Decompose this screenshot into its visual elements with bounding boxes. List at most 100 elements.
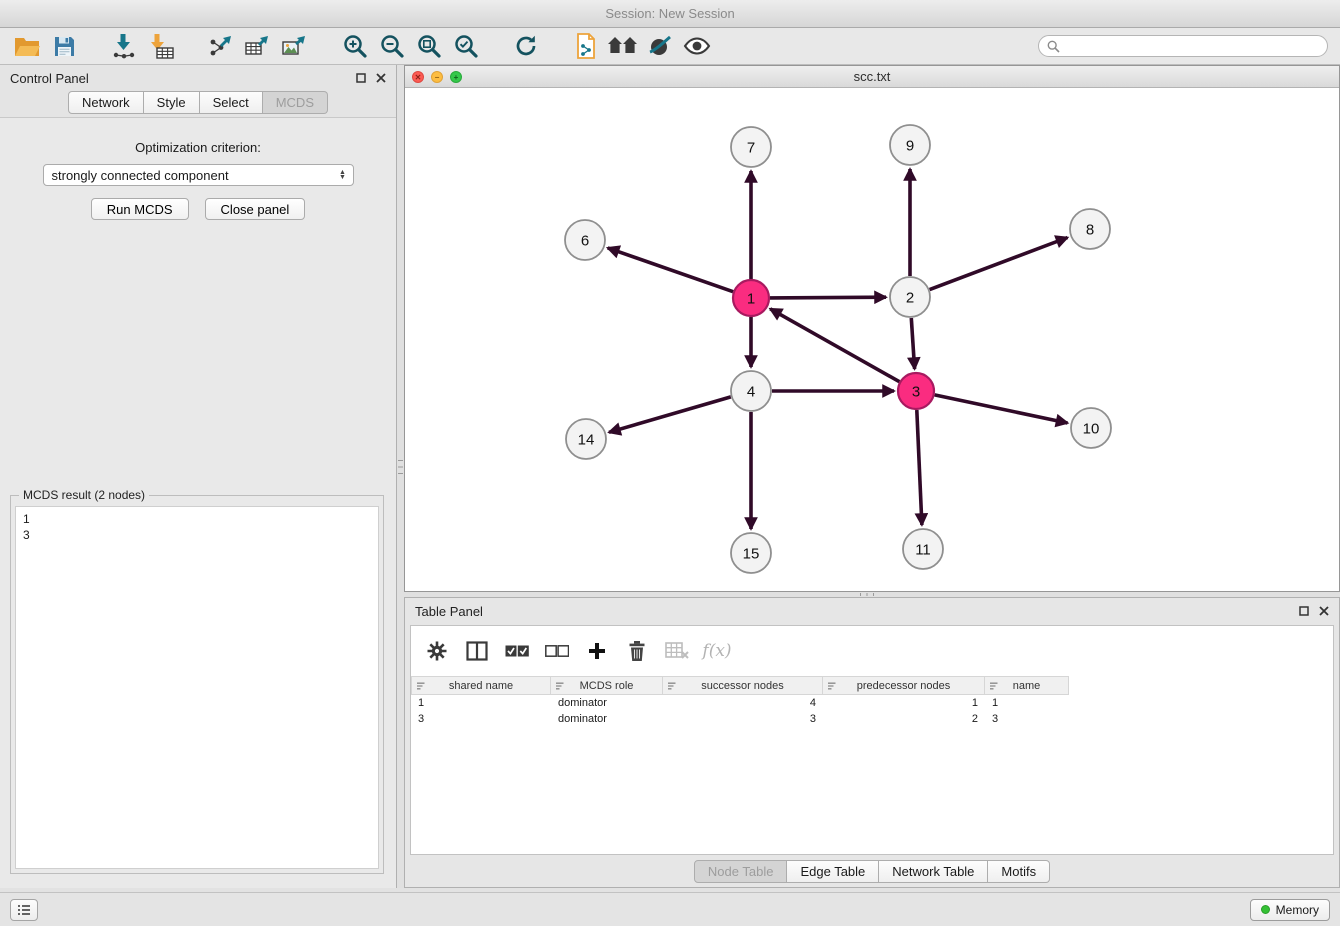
table-row[interactable]: 3dominator323 [411, 711, 1333, 727]
edge-1-6[interactable] [608, 248, 733, 292]
minimize-window-button[interactable]: − [431, 71, 443, 83]
column-header-mcds-role[interactable]: MCDS role [551, 676, 663, 695]
trash-icon [627, 640, 647, 662]
tab-network[interactable]: Network [68, 91, 144, 114]
tab-network-table[interactable]: Network Table [879, 860, 988, 883]
add-row-button[interactable] [584, 638, 610, 664]
criterion-dropdown[interactable]: strongly connected component ▲▼ [43, 164, 354, 186]
node-1[interactable]: 1 [733, 280, 769, 316]
list-icon [17, 904, 31, 916]
node-14[interactable]: 14 [566, 419, 606, 459]
node-2[interactable]: 2 [890, 277, 930, 317]
tab-style[interactable]: Style [144, 91, 200, 114]
status-bar: Memory [0, 892, 1340, 926]
close-window-button[interactable]: ✕ [412, 71, 424, 83]
node-3[interactable]: 3 [898, 373, 934, 409]
network-graph-svg[interactable]: 7 9 6 8 1 2 4 3 14 10 15 11 [405, 89, 1339, 592]
splitter-grip-icon[interactable] [860, 593, 874, 596]
edge-4-14[interactable] [609, 397, 731, 432]
zoom-selected-button[interactable] [451, 31, 481, 61]
maximize-window-button[interactable]: + [450, 71, 462, 83]
paint-style-button[interactable] [645, 31, 675, 61]
refresh-button[interactable] [511, 31, 541, 61]
node-8[interactable]: 8 [1070, 209, 1110, 249]
node-4[interactable]: 4 [731, 371, 771, 411]
edge-2-3[interactable] [911, 318, 914, 369]
svg-text:1: 1 [747, 290, 755, 307]
close-panel-button[interactable] [1318, 606, 1329, 617]
zoom-out-button[interactable] [377, 31, 407, 61]
column-header-shared-name[interactable]: shared name [411, 676, 551, 695]
edge-1-2[interactable] [770, 297, 886, 298]
home-icon [608, 35, 638, 57]
node-6[interactable]: 6 [565, 220, 605, 260]
run-mcds-button[interactable]: Run MCDS [91, 198, 189, 220]
vertical-splitter[interactable] [397, 65, 404, 888]
delete-column-button[interactable] [664, 638, 690, 664]
task-history-button[interactable] [10, 899, 38, 921]
tab-mcds[interactable]: MCDS [263, 91, 328, 114]
table-row[interactable]: 1dominator411 [411, 695, 1333, 711]
table-cell: dominator [551, 711, 663, 727]
table-cell: 1 [411, 695, 551, 711]
node-10[interactable]: 10 [1071, 408, 1111, 448]
memory-button[interactable]: Memory [1250, 899, 1330, 921]
unselect-all-button[interactable] [544, 638, 570, 664]
splitter-grip-icon[interactable] [398, 460, 403, 474]
search-box[interactable] [1038, 35, 1328, 57]
export-image-button[interactable] [280, 31, 310, 61]
import-network-button[interactable] [109, 31, 139, 61]
float-panel-button[interactable] [355, 73, 366, 84]
new-network-from-selection-button[interactable] [571, 31, 601, 61]
table-cell: 1 [823, 695, 985, 711]
close-panel-button[interactable] [375, 73, 386, 84]
float-panel-button[interactable] [1298, 606, 1309, 617]
tab-select[interactable]: Select [200, 91, 263, 114]
search-input[interactable] [1065, 39, 1319, 53]
column-header-successor-nodes[interactable]: successor nodes [663, 676, 823, 695]
function-builder-button[interactable]: f(x) [704, 638, 730, 664]
export-network-button[interactable] [206, 31, 236, 61]
export-table-button[interactable] [243, 31, 273, 61]
edge-3-1[interactable] [770, 309, 899, 382]
node-7[interactable]: 7 [731, 127, 771, 167]
table-settings-button[interactable] [424, 638, 450, 664]
tab-motifs[interactable]: Motifs [988, 860, 1050, 883]
open-session-button[interactable] [12, 31, 42, 61]
select-all-button[interactable] [504, 638, 530, 664]
close-panel-button[interactable]: Close panel [205, 198, 306, 220]
delete-row-button[interactable] [624, 638, 650, 664]
mcds-result-list[interactable]: 13 [15, 506, 379, 869]
tab-node-table[interactable]: Node Table [694, 860, 788, 883]
node-15[interactable]: 15 [731, 533, 771, 573]
result-line: 3 [23, 527, 371, 543]
node-9[interactable]: 9 [890, 125, 930, 165]
open-folder-icon [14, 34, 40, 58]
table-cell: 1 [985, 695, 1069, 711]
network-window-titlebar[interactable]: scc.txt ✕ − + [405, 66, 1339, 88]
edge-3-11[interactable] [917, 410, 922, 525]
search-icon [1047, 40, 1060, 53]
column-header-name[interactable]: name [985, 676, 1069, 695]
tab-edge-table[interactable]: Edge Table [787, 860, 879, 883]
save-session-button[interactable] [49, 31, 79, 61]
show-columns-button[interactable] [464, 638, 490, 664]
table-panel-tabs: Node TableEdge TableNetwork TableMotifs [405, 860, 1339, 883]
import-table-button[interactable] [146, 31, 176, 61]
save-icon [53, 35, 76, 58]
home-button[interactable] [608, 31, 638, 61]
zoom-fit-button[interactable] [414, 31, 444, 61]
table-cell: 4 [663, 695, 823, 711]
control-panel-tabs: NetworkStyleSelectMCDS [0, 91, 396, 114]
edge-2-8[interactable] [930, 238, 1068, 290]
show-details-button[interactable] [682, 31, 712, 61]
node-11[interactable]: 11 [903, 529, 943, 569]
node-table-header-row: shared nameMCDS rolesuccessor nodesprede… [411, 676, 1333, 695]
network-canvas[interactable]: 7 9 6 8 1 2 4 3 14 10 15 11 [405, 89, 1339, 591]
close-icon [376, 73, 386, 83]
zoom-out-icon [379, 33, 405, 59]
zoom-in-button[interactable] [340, 31, 370, 61]
edge-3-10[interactable] [935, 395, 1068, 423]
main-toolbar [0, 28, 1340, 65]
column-header-predecessor-nodes[interactable]: predecessor nodes [823, 676, 985, 695]
